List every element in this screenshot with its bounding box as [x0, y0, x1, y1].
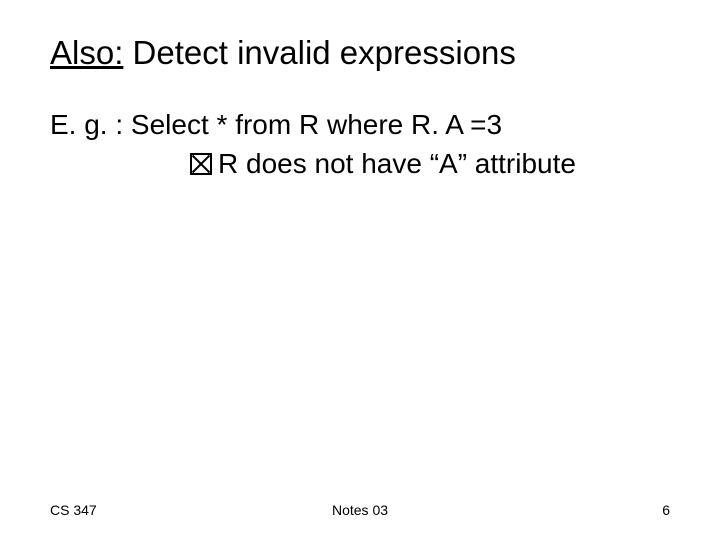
footer-center: Notes 03: [332, 502, 388, 518]
title-rest: Detect invalid expressions: [123, 34, 516, 71]
slide-body: E. g. : Select * from R where R. A =3 R …: [50, 107, 670, 182]
body-line-2: R does not have “A” attribute: [50, 146, 670, 182]
footer-left: CS 347: [50, 502, 97, 518]
title-underlined: Also:: [50, 34, 123, 71]
slide-title: Also: Detect invalid expressions: [50, 32, 670, 73]
page-number: 6: [662, 502, 670, 518]
body-line-1: E. g. : Select * from R where R. A =3: [50, 107, 670, 143]
error-box-icon: [190, 153, 212, 175]
slide: Also: Detect invalid expressions E. g. :…: [0, 0, 720, 540]
slide-footer: CS 347 Notes 03 6: [0, 502, 720, 518]
body-line-2-text: R does not have “A” attribute: [218, 148, 576, 179]
